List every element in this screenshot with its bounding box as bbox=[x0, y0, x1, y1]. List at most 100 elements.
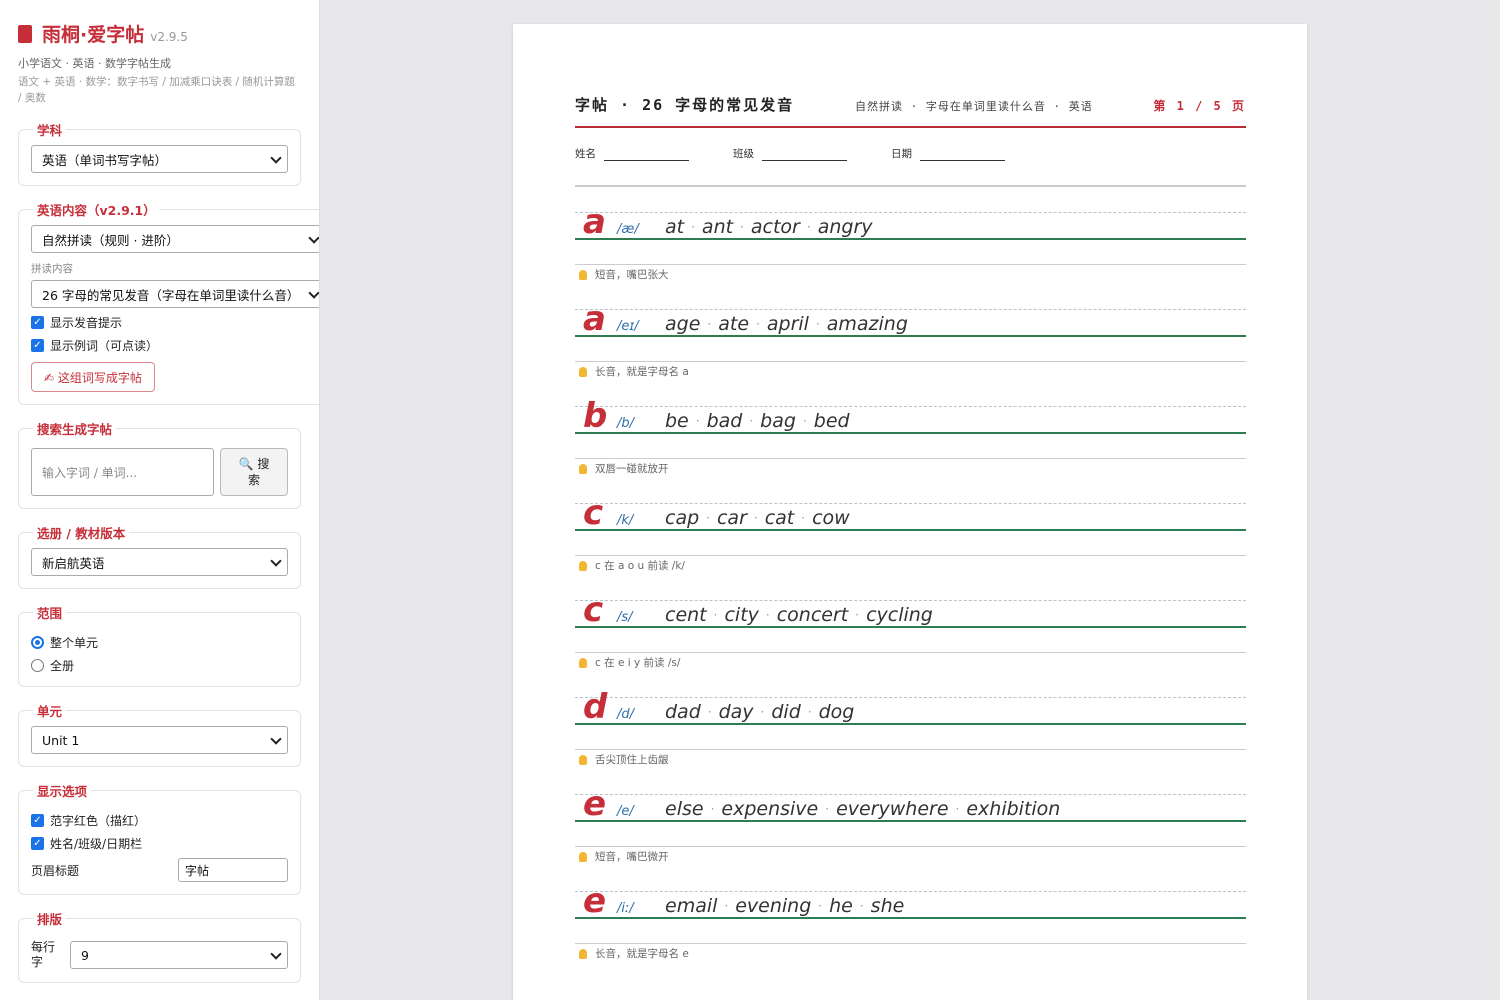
example-word[interactable]: cap bbox=[665, 507, 699, 529]
example-word[interactable]: bed bbox=[814, 410, 850, 432]
english-mode-select[interactable]: 自然拼读（规则 · 进阶） bbox=[31, 225, 319, 253]
example-word[interactable]: bag bbox=[760, 410, 796, 432]
phonics-hint: 短音，嘴巴张大 bbox=[579, 267, 669, 282]
show-examples-checkbox[interactable]: ✓ 显示例词（可点读） bbox=[31, 337, 319, 354]
example-word[interactable]: at bbox=[665, 216, 684, 238]
example-word[interactable]: day bbox=[719, 701, 754, 723]
word-separator: · bbox=[756, 317, 760, 331]
layout-panel: 排版 每行字 9 bbox=[18, 909, 301, 983]
sample-letter: d bbox=[583, 687, 608, 727]
example-word[interactable]: expensive bbox=[721, 798, 818, 820]
phonics-hint-text: 长音，就是字母名 a bbox=[595, 366, 689, 378]
example-words: cap · car · cat · cow bbox=[665, 505, 850, 533]
phonics-entry: e/iː/email · evening · he · she 长音，就是字母名 e bbox=[575, 867, 1246, 964]
search-button-label-2: 索 bbox=[247, 473, 260, 487]
example-word[interactable]: city bbox=[724, 604, 758, 626]
example-word[interactable]: car bbox=[717, 507, 747, 529]
example-word[interactable]: angry bbox=[818, 216, 873, 238]
show-phonics-checkbox[interactable]: ✓ 显示发音提示 bbox=[31, 314, 319, 331]
example-word[interactable]: bad bbox=[707, 410, 743, 432]
date-line bbox=[920, 151, 1005, 161]
content-select[interactable]: 26 字母的常见发音（字母在单词里读什么音） bbox=[31, 280, 319, 308]
example-word[interactable]: cent bbox=[665, 604, 707, 626]
example-word[interactable]: cat bbox=[765, 507, 795, 529]
example-word[interactable]: dad bbox=[665, 701, 701, 723]
name-row-label: 姓名/班级/日期栏 bbox=[50, 837, 143, 851]
example-word[interactable]: concert bbox=[777, 604, 849, 626]
brand: 雨桐·爱字帖 v2.9.5 bbox=[18, 20, 301, 47]
show-examples-label: 显示例词（可点读） bbox=[50, 339, 159, 353]
example-word[interactable]: he bbox=[829, 895, 853, 917]
unit-select[interactable]: Unit 1 bbox=[31, 726, 288, 754]
check-icon: ✓ bbox=[31, 339, 44, 352]
search-input[interactable]: 输入字词 / 单词... bbox=[31, 448, 214, 496]
example-word[interactable]: everywhere bbox=[836, 798, 948, 820]
search-legend: 搜索生成字帖 bbox=[37, 422, 113, 437]
subject-select[interactable]: 英语（单词书写字帖） bbox=[31, 145, 288, 173]
red-sample-label: 范字红色（描红） bbox=[50, 814, 147, 828]
example-word[interactable]: cycling bbox=[866, 604, 933, 626]
phonics-hint-text: 双唇一碰就放开 bbox=[595, 463, 669, 475]
word-separator: · bbox=[955, 802, 960, 816]
example-word[interactable]: actor bbox=[751, 216, 800, 238]
phonics-hint: 舌尖顶住上齿龈 bbox=[579, 752, 669, 767]
red-sample-checkbox[interactable]: ✓ 范字红色（描红） bbox=[31, 812, 288, 829]
per-row-select[interactable]: 9 bbox=[70, 941, 288, 969]
layout-legend: 排版 bbox=[37, 912, 63, 927]
ipa-symbol: /e/ bbox=[617, 804, 634, 819]
example-word[interactable]: did bbox=[771, 701, 800, 723]
example-word[interactable]: april bbox=[767, 313, 809, 335]
subject-legend: 学科 bbox=[37, 123, 63, 138]
example-word[interactable]: evening bbox=[735, 895, 811, 917]
guide-dashed-line bbox=[575, 309, 1246, 310]
sample-letter: a bbox=[583, 202, 606, 242]
header-title-input[interactable]: 字帖 bbox=[178, 858, 288, 882]
guide-lower-line bbox=[575, 555, 1246, 556]
chevron-down-icon bbox=[270, 555, 282, 567]
english-legend: 英语内容（v2.9.1） bbox=[37, 203, 156, 218]
make-sheet-button[interactable]: ✍ 这组词写成字帖 bbox=[31, 362, 155, 392]
name-row-checkbox[interactable]: ✓ 姓名/班级/日期栏 bbox=[31, 835, 288, 852]
word-separator: · bbox=[713, 608, 718, 622]
per-row-value: 9 bbox=[81, 947, 89, 963]
guide-dashed-line bbox=[575, 212, 1246, 213]
word-separator: · bbox=[707, 317, 712, 331]
search-button[interactable]: 🔍 搜索 bbox=[220, 448, 288, 496]
textbook-legend: 选册 / 教材版本 bbox=[37, 526, 126, 541]
class-label: 班级 bbox=[733, 148, 754, 160]
guide-dashed-line bbox=[575, 891, 1246, 892]
example-word[interactable]: ate bbox=[718, 313, 749, 335]
unit-select-value: Unit 1 bbox=[42, 732, 80, 748]
example-word[interactable]: else bbox=[665, 798, 704, 820]
phonics-hint: 长音，就是字母名 e bbox=[579, 946, 689, 961]
word-separator: · bbox=[753, 511, 758, 525]
example-word[interactable]: she bbox=[871, 895, 905, 917]
range-legend: 范围 bbox=[37, 606, 63, 621]
sheet-title: 字帖 · 26 字母的常见发音 bbox=[575, 96, 795, 114]
example-word[interactable]: dog bbox=[819, 701, 855, 723]
example-word[interactable]: email bbox=[665, 895, 717, 917]
sample-letter: e bbox=[583, 784, 607, 824]
example-word[interactable]: amazing bbox=[827, 313, 908, 335]
book-icon bbox=[18, 25, 32, 43]
word-separator: · bbox=[818, 899, 823, 913]
chevron-down-icon bbox=[270, 733, 282, 745]
example-word[interactable]: age bbox=[665, 313, 700, 335]
word-separator: · bbox=[825, 802, 830, 816]
example-word[interactable]: be bbox=[665, 410, 689, 432]
range-unit-label: 整个单元 bbox=[50, 636, 99, 650]
guide-dashed-line bbox=[575, 697, 1246, 698]
guide-dashed-line bbox=[575, 503, 1246, 504]
textbook-select[interactable]: 新启航英语 bbox=[31, 548, 288, 576]
range-book-radio[interactable]: 全册 bbox=[31, 657, 288, 674]
range-unit-radio[interactable]: 整个单元 bbox=[31, 634, 288, 651]
example-word[interactable]: ant bbox=[702, 216, 733, 238]
check-icon: ✓ bbox=[31, 837, 44, 850]
english-panel: 英语内容（v2.9.1） 自然拼读（规则 · 进阶） 拼读内容 26 字母的常见… bbox=[18, 200, 319, 405]
sample-letter: c bbox=[583, 590, 604, 630]
example-word[interactable]: cow bbox=[812, 507, 850, 529]
radio-icon bbox=[31, 659, 44, 672]
sample-letter: b bbox=[583, 396, 608, 436]
example-word[interactable]: exhibition bbox=[966, 798, 1060, 820]
guide-lower-line bbox=[575, 943, 1246, 944]
